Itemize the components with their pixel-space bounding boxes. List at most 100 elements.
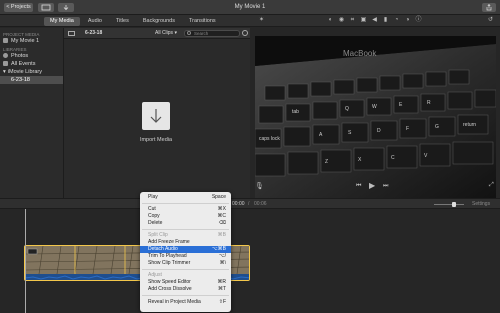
libraries-sidebar: PROJECT MEDIA My Movie 1 LIBRARIES Photo… xyxy=(0,28,64,201)
playhead[interactable] xyxy=(25,209,26,313)
sidebar-item-label: Photos xyxy=(11,53,29,59)
menu-item-shortcut: ⌥/ xyxy=(218,253,226,259)
svg-text:G: G xyxy=(435,124,439,130)
browser-toolbar: 6-23-18 All Clips ▾ Search xyxy=(64,28,250,39)
menu-item-shortcut: ⌘B xyxy=(217,232,226,238)
menu-item-show-speed-editor[interactable]: Show Speed Editor ⌘R xyxy=(140,279,231,286)
menu-item-copy[interactable]: Copy ⌘C xyxy=(140,213,231,220)
svg-text:caps lock: caps lock xyxy=(259,136,280,142)
tab-my-media[interactable]: My Media xyxy=(44,17,80,26)
menu-item-shortcut: ⌘R xyxy=(217,279,226,285)
zoom-slider[interactable] xyxy=(452,202,456,207)
import-media-label: Import Media xyxy=(139,137,173,143)
play-icon[interactable]: ▶ xyxy=(369,181,375,190)
svg-text:return: return xyxy=(463,122,476,128)
sidebar-item-label: iMovie Library xyxy=(7,69,42,75)
svg-text:W: W xyxy=(372,104,377,110)
menu-separator xyxy=(142,295,229,296)
svg-text:Z: Z xyxy=(325,159,328,165)
sidebar-item-all-events[interactable]: All Events xyxy=(0,60,63,68)
menu-item-shortcut: ⌘C xyxy=(217,213,226,219)
color-correction-icon[interactable]: ◉ xyxy=(338,17,345,24)
crop-icon[interactable]: ⌗ xyxy=(349,17,356,24)
menu-item-label: Split Clip xyxy=(148,232,168,238)
stabilization-icon[interactable]: ▣ xyxy=(360,17,367,24)
menu-separator xyxy=(142,229,229,230)
viewer-frame-image: tab Q W E R caps lock A S D F G ZXCV return MacBo… xyxy=(255,36,496,203)
menu-item-shortcut: ⌘\ xyxy=(219,260,226,266)
menu-item-split-clip: Split Clip ⌘B xyxy=(140,232,231,239)
sidebar-item-library[interactable]: ▾ iMovie Library xyxy=(0,68,63,76)
menu-item-detach-audio[interactable]: Detach Audio ⌥⌘B xyxy=(140,246,231,253)
sidebar-item-label: My Movie 1 xyxy=(11,38,40,44)
volume-icon[interactable]: ◀ xyxy=(371,17,378,24)
menu-item-shortcut: ⌫ xyxy=(218,220,226,226)
tab-backgrounds[interactable]: Backgrounds xyxy=(137,17,181,26)
film-icon xyxy=(3,38,8,44)
skip-back-icon[interactable]: ⏮ xyxy=(356,183,361,190)
menu-separator xyxy=(142,203,229,204)
search-input[interactable]: Search xyxy=(184,30,240,37)
download-arrow-icon xyxy=(150,109,162,123)
chevron-down-icon: ▾ xyxy=(174,30,177,36)
info-icon[interactable]: ⓘ xyxy=(415,17,422,24)
menu-item-add-freeze-frame[interactable]: Add Freeze Frame xyxy=(140,239,231,246)
imovie-window: < Projects My Movie 1 My Media Audio Tit… xyxy=(0,0,500,313)
svg-text:F: F xyxy=(406,126,409,132)
timeline xyxy=(0,209,500,313)
menu-item-label: Cut xyxy=(148,206,156,212)
photos-icon xyxy=(3,53,8,59)
tab-titles[interactable]: Titles xyxy=(110,17,135,26)
svg-text:C: C xyxy=(391,155,395,161)
timeline-settings-button[interactable]: Settings xyxy=(472,201,490,207)
clip-context-menu: Play Space Cut ⌘X Copy ⌘C Delete ⌫ Split Cli… xyxy=(140,192,231,312)
menu-item-shortcut: ⌥⌘B xyxy=(211,246,226,252)
sidebar-toggle-icon[interactable] xyxy=(68,31,75,36)
menu-item-label: Copy xyxy=(148,213,160,219)
menu-item-label: Delete xyxy=(148,220,163,226)
sidebar-item-event[interactable]: 6-23-18 xyxy=(0,76,63,84)
reset-all-icon[interactable]: ↺ xyxy=(487,17,494,24)
sidebar-item-label: 6-23-18 xyxy=(11,77,30,83)
title-bar: < Projects My Movie 1 xyxy=(0,0,500,15)
disclosure-triangle-icon[interactable]: ▾ xyxy=(3,69,6,75)
events-icon xyxy=(3,61,8,67)
menu-separator xyxy=(142,269,229,270)
menu-item-show-clip-trimmer[interactable]: Show Clip Trimmer ⌘\ xyxy=(140,260,231,267)
fullscreen-icon[interactable]: ⤢ xyxy=(489,182,494,189)
menu-item-delete[interactable]: Delete ⌫ xyxy=(140,220,231,227)
menu-item-shortcut: ⌘X xyxy=(217,206,226,212)
menu-item-play[interactable]: Play Space xyxy=(140,194,231,201)
viewer-adjustment-tools: ✶ ◐ ◉ ⌗ ▣ ◀ ▮ ◔ ◑ ⓘ ↺ xyxy=(258,17,500,26)
gear-icon[interactable] xyxy=(242,30,248,36)
noise-reduction-icon[interactable]: ▮ xyxy=(382,17,389,24)
laptop-brand-text: MacBook xyxy=(343,49,377,58)
clip-filter-label: All Clips xyxy=(155,30,174,36)
color-balance-icon[interactable]: ◐ xyxy=(327,17,334,24)
skip-forward-icon[interactable]: ⏭ xyxy=(383,183,388,190)
svg-text:D: D xyxy=(377,128,381,134)
menu-item-reveal-in-project-media[interactable]: Reveal in Project Media ⇧F xyxy=(140,299,231,306)
viewer: tab Q W E R caps lock A S D F G ZXCV return MacBo… xyxy=(251,28,500,203)
menu-item-cut[interactable]: Cut ⌘X xyxy=(140,206,231,213)
menu-item-shortcut: Space xyxy=(211,194,226,200)
clip-filter-icon[interactable]: ◑ xyxy=(404,17,411,24)
speed-icon[interactable]: ◔ xyxy=(393,17,400,24)
media-browser: 6-23-18 All Clips ▾ Search Import Media xyxy=(64,28,250,201)
tab-strip: My Media Audio Titles Backgrounds Transi… xyxy=(0,15,500,27)
menu-item-label: Adjust xyxy=(148,272,162,278)
menu-item-add-cross-dissolve[interactable]: Add Cross Dissolve ⌘T xyxy=(140,286,231,293)
share-icon[interactable] xyxy=(482,3,496,12)
svg-text:tab: tab xyxy=(292,109,299,115)
magic-wand-icon[interactable]: ✶ xyxy=(258,17,265,24)
tab-audio[interactable]: Audio xyxy=(82,17,108,26)
menu-item-trim-to-playhead[interactable]: Trim To Playhead ⌥/ xyxy=(140,253,231,260)
tab-transitions[interactable]: Transitions xyxy=(183,17,222,26)
zoom-slider-track xyxy=(434,204,464,205)
timeline-toolbar: 00:00 / 00:06 Settings xyxy=(0,198,500,209)
clip-filter-dropdown[interactable]: All Clips ▾ xyxy=(155,30,177,36)
microphone-icon[interactable]: 🎙 xyxy=(255,182,264,190)
sidebar-item-photos[interactable]: Photos xyxy=(0,52,63,60)
import-media-button[interactable] xyxy=(142,102,170,130)
sidebar-item-project[interactable]: My Movie 1 xyxy=(0,37,63,45)
